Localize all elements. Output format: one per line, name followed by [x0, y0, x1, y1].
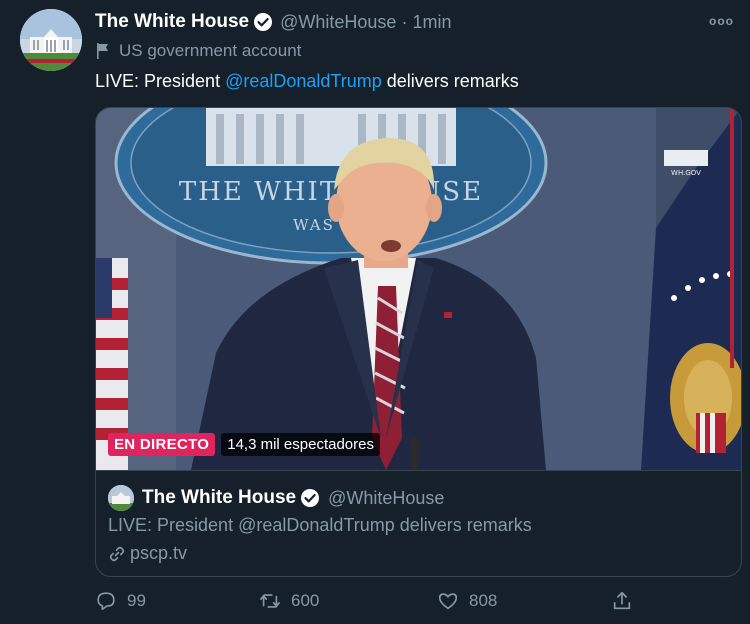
more-icon[interactable]: ooo — [709, 14, 734, 28]
link-card[interactable]: THE WHITE HOUSE WAS WH.GOV EN DIRECTO 14… — [95, 107, 742, 577]
live-indicator: EN DIRECTO 14,3 mil espectadores — [108, 433, 380, 456]
verified-badge-icon — [300, 488, 320, 508]
share-icon — [613, 591, 631, 610]
card-header: The White House @WhiteHouse — [108, 485, 444, 511]
separator-dot: · — [401, 11, 408, 32]
tweet-text-prefix: LIVE: President — [95, 71, 226, 91]
handle[interactable]: @WhiteHouse — [280, 12, 396, 33]
card-text: LIVE: President @realDonaldTrump deliver… — [108, 515, 532, 535]
card-avatar — [108, 485, 134, 511]
action-bar: 99 600 808 — [95, 590, 740, 618]
link-icon — [108, 545, 126, 563]
live-video[interactable]: THE WHITE HOUSE WAS WH.GOV EN DIRECTO 14… — [96, 108, 741, 470]
government-label-text: US government account — [119, 41, 302, 60]
like-button[interactable]: 808 — [437, 590, 497, 612]
video-watermark: WH.GOV — [671, 169, 701, 177]
retweet-count: 600 — [291, 591, 320, 610]
tweet-header: The White House @WhiteHouse · 1min — [95, 9, 451, 35]
tweet-text: LIVE: President @realDonaldTrump deliver… — [95, 71, 519, 92]
live-badge: EN DIRECTO — [108, 433, 216, 456]
tweet-text-suffix: delivers remarks — [381, 71, 519, 91]
share-button[interactable] — [611, 590, 643, 612]
government-account-label[interactable]: US government account — [95, 41, 301, 61]
verified-badge-icon — [253, 12, 273, 32]
government-flag-icon — [95, 42, 111, 60]
retweet-icon — [260, 594, 280, 608]
card-link-text: pscp.tv — [130, 543, 188, 563]
like-icon — [438, 593, 458, 610]
card-link[interactable]: pscp.tv — [108, 543, 187, 564]
mention-link[interactable]: @realDonaldTrump — [225, 71, 382, 91]
video-sign-sub: WAS — [293, 216, 335, 234]
avatar[interactable] — [20, 9, 82, 71]
viewer-count: 14,3 mil espectadores — [221, 433, 380, 456]
reply-icon — [97, 592, 115, 611]
card-details[interactable]: The White House @WhiteHouse LIVE: Presid… — [96, 470, 741, 576]
display-name[interactable]: The White House — [95, 11, 249, 33]
reply-button[interactable]: 99 — [95, 590, 146, 612]
card-display-name: The White House — [142, 487, 297, 508]
tweet[interactable]: The White House @WhiteHouse · 1min ooo U… — [0, 0, 750, 624]
card-handle: @WhiteHouse — [328, 487, 445, 508]
video-frame: THE WHITE HOUSE WAS WH.GOV — [96, 108, 741, 470]
timestamp[interactable]: 1min — [412, 12, 451, 33]
retweet-button[interactable]: 600 — [259, 590, 319, 612]
like-count: 808 — [469, 591, 498, 610]
white-house-avatar-icon — [20, 9, 82, 71]
reply-count: 99 — [127, 591, 146, 610]
